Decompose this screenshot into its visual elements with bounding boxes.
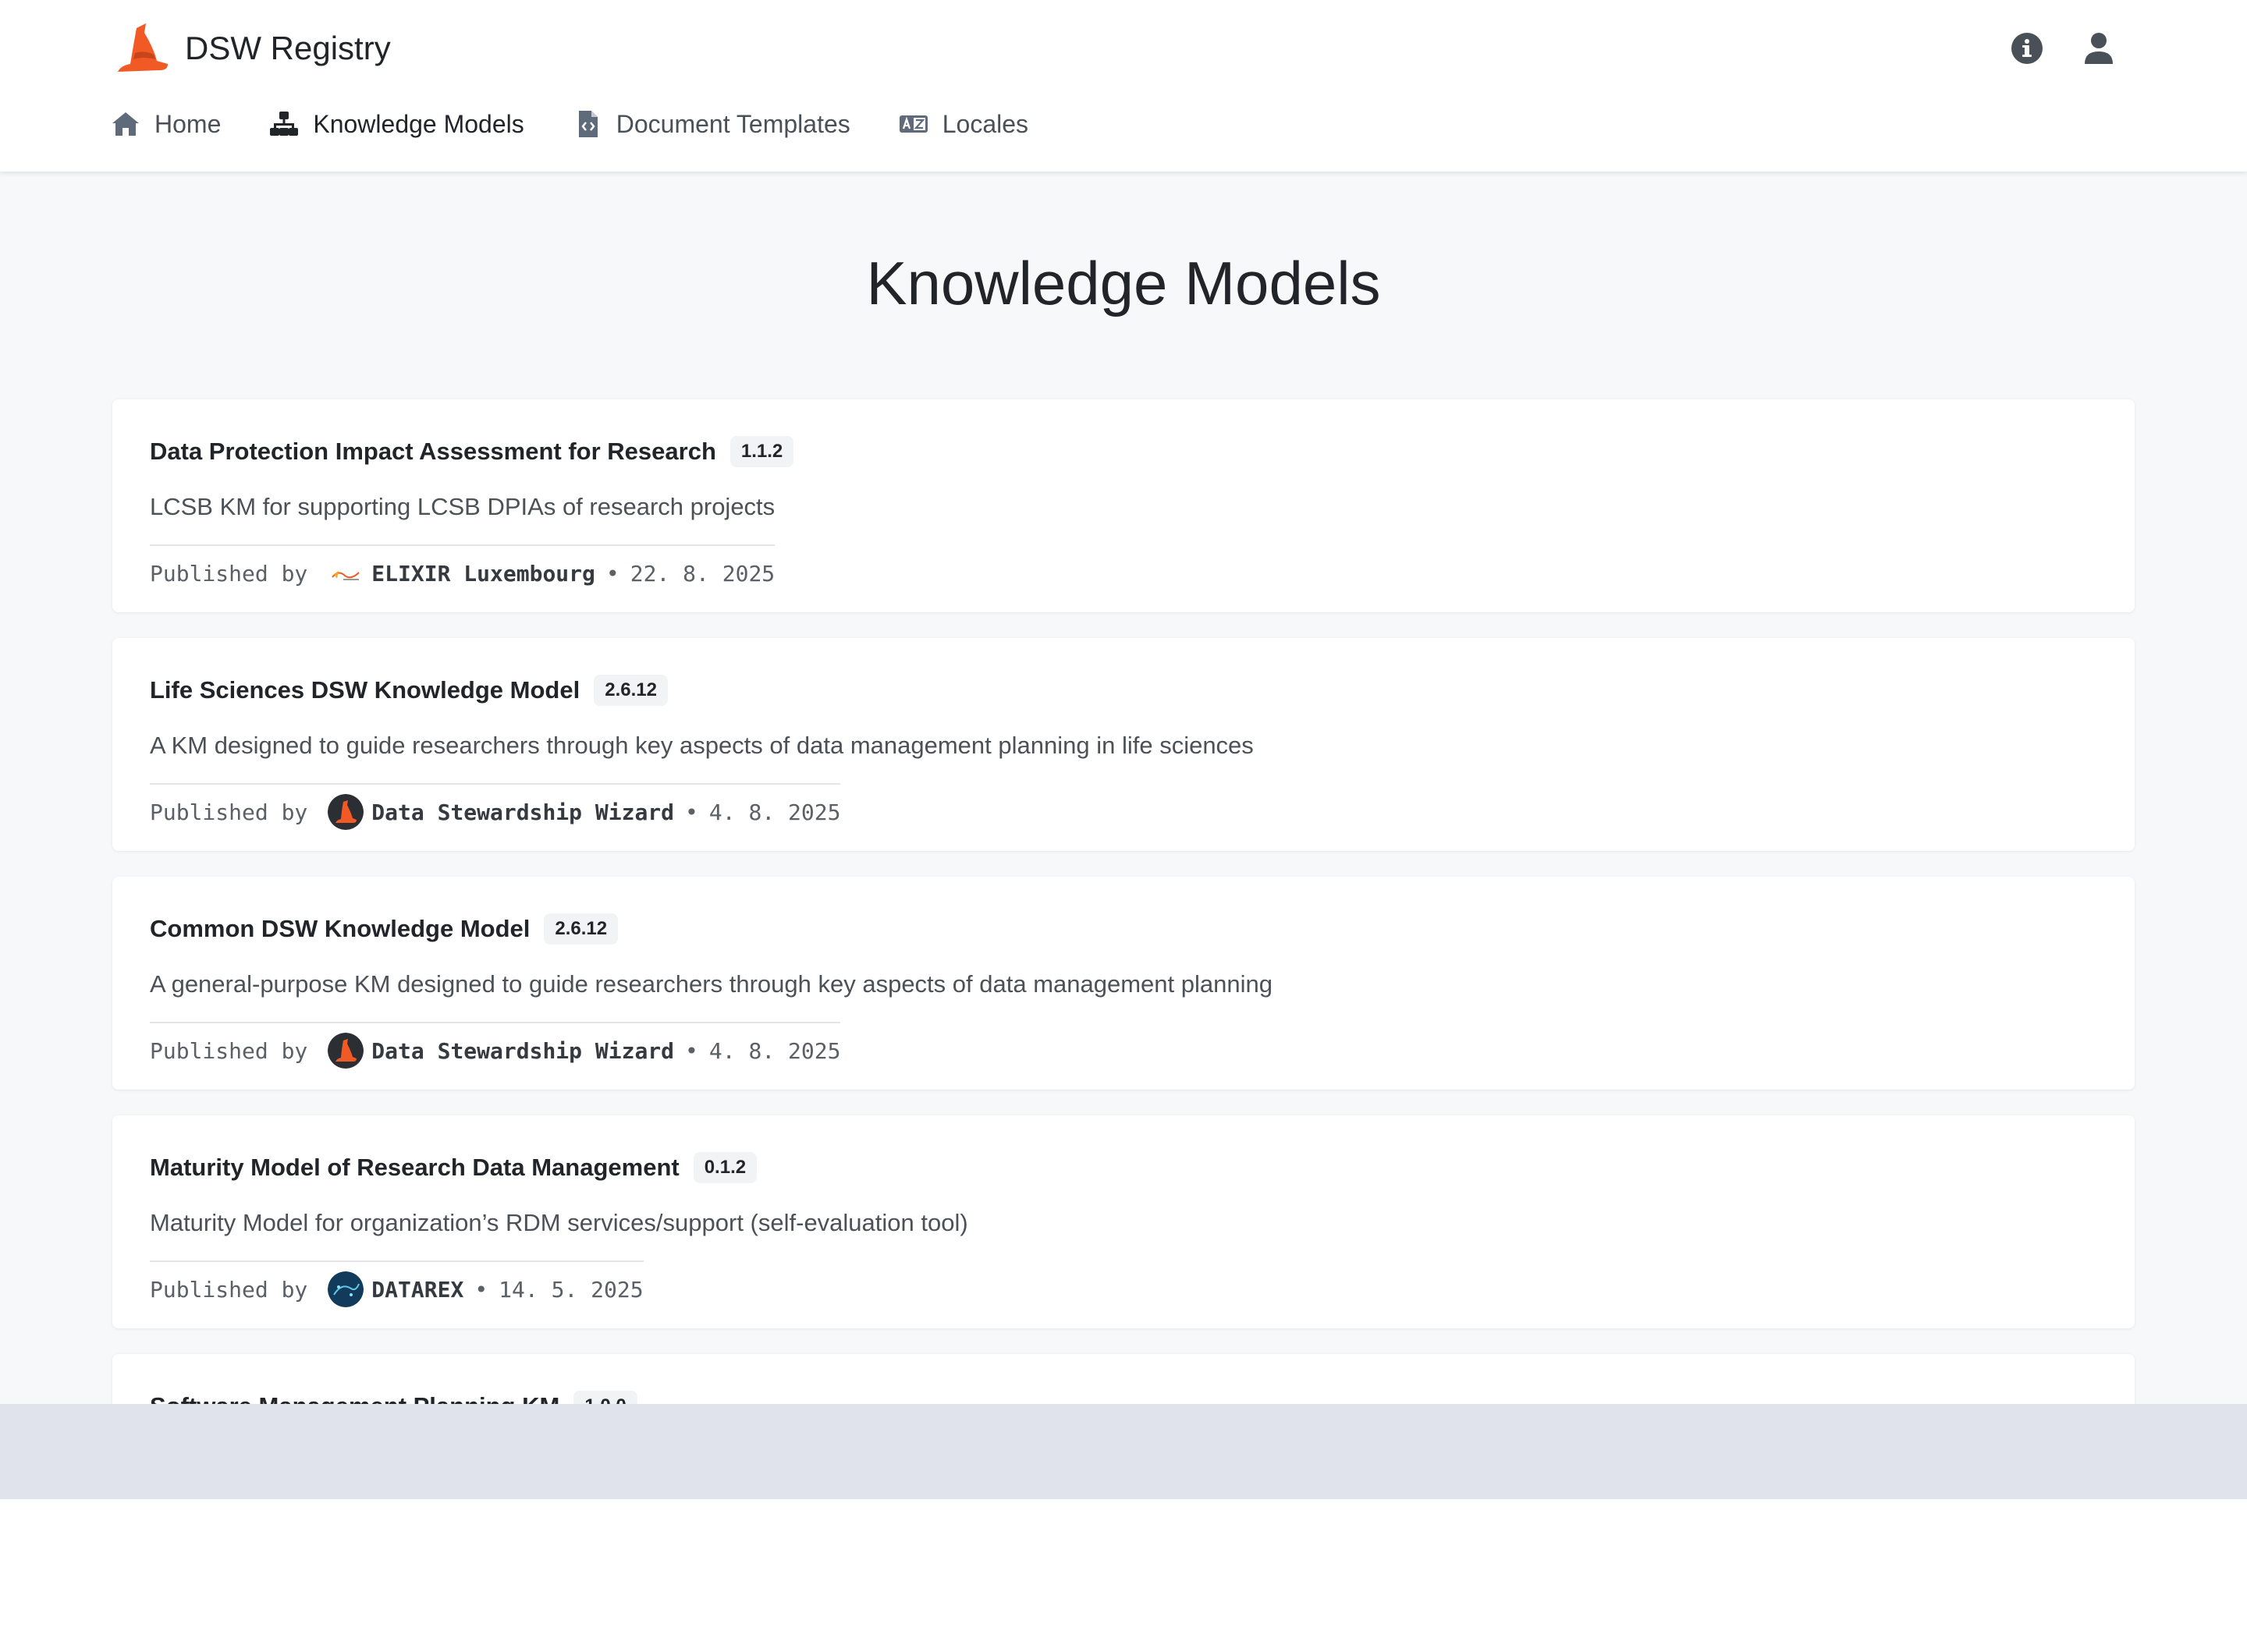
org-name[interactable]: ELIXIR Luxembourg [371, 561, 595, 587]
page-viewport: DSW Registry Home Knowledge Models Docum… [0, 0, 2247, 1404]
meta-separator: • [685, 799, 698, 825]
file-code-icon [578, 111, 598, 137]
bottom-bar [0, 1404, 2247, 1499]
nav-label-knowledge-models: Knowledge Models [313, 109, 524, 138]
published-by-label: Published by [150, 799, 308, 825]
card-title[interactable]: Software Management Planning KM [150, 1392, 559, 1404]
dsw-logo-icon [328, 794, 364, 830]
publish-date: 4. 8. 2025 [708, 799, 841, 825]
nav-item-document-templates[interactable]: Document Templates [573, 109, 850, 139]
nav-label-locales: Locales [942, 109, 1029, 138]
card-description: A KM designed to guide researchers throu… [150, 732, 1254, 759]
publish-date: 14. 5. 2025 [499, 1276, 644, 1303]
card-description: A general-purpose KM designed to guide r… [150, 970, 1273, 998]
knowledge-model-card[interactable]: Data Protection Impact Assessment for Re… [112, 399, 2135, 612]
card-meta: Published by ELIXIR Luxembourg • 22. 8. … [150, 544, 776, 591]
card-title[interactable]: Data Protection Impact Assessment for Re… [150, 438, 716, 466]
language-icon [899, 115, 928, 133]
card-meta: Published by DATAREX • 14. 5. 2025 [150, 1260, 644, 1307]
card-title[interactable]: Life Sciences DSW Knowledge Model [150, 676, 580, 704]
sitemap-icon [270, 112, 299, 136]
nav-item-knowledge-models[interactable]: Knowledge Models [269, 109, 524, 139]
published-by-label: Published by [150, 560, 308, 587]
wizard-hat-logo-icon [118, 23, 168, 72]
version-badge: 1.1.2 [729, 436, 794, 467]
version-badge: 2.6.12 [544, 913, 619, 945]
datarex-logo-icon [328, 1271, 364, 1307]
version-badge: 2.6.12 [594, 675, 668, 706]
dsw-logo-icon [328, 1033, 364, 1069]
nav-label-home: Home [154, 109, 222, 138]
card-meta: Published by Data Stewardship Wizard • 4… [150, 783, 841, 830]
nav-label-document-templates: Document Templates [616, 109, 850, 138]
page-title: Knowledge Models [866, 249, 1381, 317]
org-name[interactable]: Data Stewardship Wizard [371, 799, 674, 825]
info-circle-icon[interactable] [2010, 31, 2044, 66]
published-by-label: Published by [150, 1037, 308, 1064]
card-title[interactable]: Common DSW Knowledge Model [150, 915, 530, 943]
nav-item-locales[interactable]: Locales [899, 109, 1028, 139]
meta-separator: • [685, 1037, 698, 1064]
version-badge: 0.1.2 [693, 1152, 758, 1183]
published-by-label: Published by [150, 1276, 308, 1303]
main-nav: Home Knowledge Models Document Templates… [111, 109, 1077, 139]
knowledge-model-card[interactable]: Life Sciences DSW Knowledge Model 2.6.12… [112, 638, 2135, 851]
meta-separator: • [474, 1276, 488, 1303]
org-name[interactable]: Data Stewardship Wizard [371, 1038, 674, 1064]
knowledge-model-card[interactable]: Maturity Model of Research Data Manageme… [112, 1115, 2135, 1328]
publish-date: 22. 8. 2025 [630, 560, 776, 587]
top-header: DSW Registry Home Knowledge Models Docum… [0, 0, 2247, 172]
knowledge-model-list: Data Protection Impact Assessment for Re… [112, 399, 2135, 1404]
card-title[interactable]: Maturity Model of Research Data Manageme… [150, 1154, 680, 1182]
version-badge: 1.0.0 [573, 1391, 637, 1404]
brand-name: DSW Registry [185, 30, 391, 66]
org-name[interactable]: DATAREX [371, 1277, 463, 1303]
publish-date: 4. 8. 2025 [708, 1037, 841, 1064]
user-icon[interactable] [2082, 31, 2116, 66]
nav-item-home[interactable]: Home [111, 109, 221, 139]
card-meta: Published by Data Stewardship Wizard • 4… [150, 1022, 841, 1069]
meta-separator: • [605, 560, 619, 587]
elixir-luxembourg-logo-icon [328, 555, 364, 591]
knowledge-model-card[interactable]: Common DSW Knowledge Model 2.6.12 A gene… [112, 877, 2135, 1090]
brand-link[interactable]: DSW Registry [113, 22, 391, 75]
card-description: LCSB KM for supporting LCSB DPIAs of res… [150, 493, 776, 520]
knowledge-model-card[interactable]: Software Management Planning KM 1.0.0 [112, 1354, 2135, 1404]
card-description: Maturity Model for organization’s RDM se… [150, 1209, 968, 1236]
home-icon [112, 112, 139, 136]
